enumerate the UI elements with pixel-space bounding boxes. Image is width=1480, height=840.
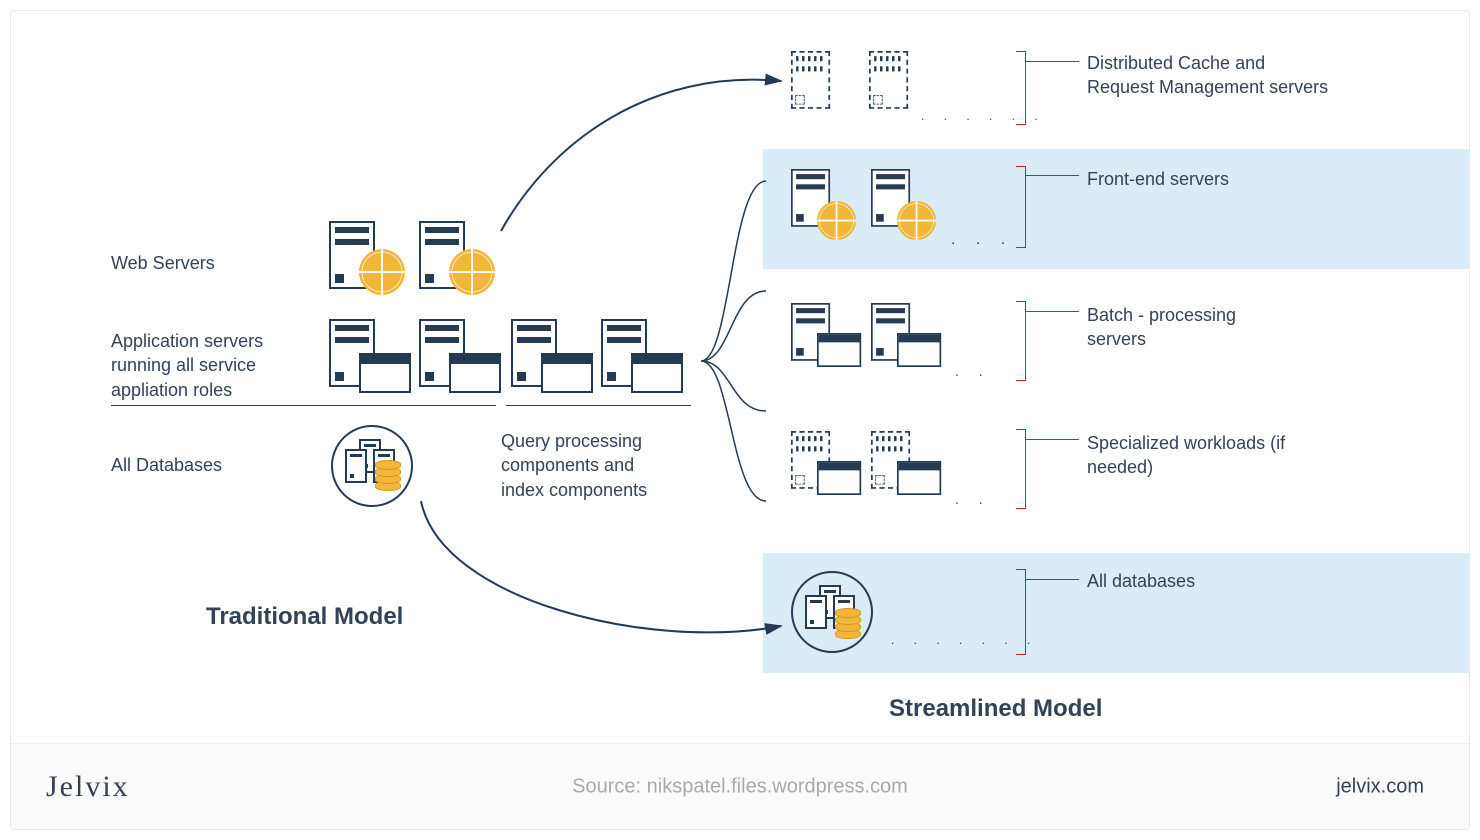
label-frontend: Front-end servers bbox=[1087, 167, 1229, 191]
label-all-db: All databases bbox=[1087, 569, 1195, 593]
globe-icon bbox=[897, 201, 936, 240]
bracket-icon bbox=[1011, 429, 1026, 509]
server-dashed-icon bbox=[869, 51, 908, 109]
window-icon bbox=[897, 333, 941, 367]
label-batch: Batch - processing servers bbox=[1087, 303, 1287, 352]
coins-icon bbox=[835, 609, 859, 639]
window-icon bbox=[897, 461, 941, 495]
source-attribution: Source: nikspatel.files.wordpress.com bbox=[572, 775, 908, 798]
ellipsis-dots: . . . bbox=[951, 231, 1013, 249]
label-specialized: Specialized workloads (if needed) bbox=[1087, 431, 1317, 480]
ellipsis-dots: . . . . . . bbox=[921, 109, 1046, 123]
label-cache: Distributed Cache and Request Management… bbox=[1087, 51, 1337, 100]
bracket-icon bbox=[1011, 301, 1026, 381]
bracket-icon bbox=[1011, 51, 1026, 125]
ellipsis-dots: . . bbox=[955, 491, 991, 507]
server-dashed-icon bbox=[791, 51, 830, 109]
ellipsis-dots: . . bbox=[955, 363, 991, 379]
title-streamlined: Streamlined Model bbox=[889, 695, 1102, 723]
bracket-tick bbox=[1025, 439, 1079, 440]
bracket-tick bbox=[1025, 175, 1079, 176]
diagram-canvas: Web Servers Application servers running … bbox=[0, 0, 1480, 840]
bracket-icon bbox=[1011, 569, 1026, 655]
globe-icon bbox=[817, 201, 856, 240]
inner-frame: Web Servers Application servers running … bbox=[10, 10, 1470, 830]
footer: Jelvix Source: nikspatel.files.wordpress… bbox=[11, 743, 1469, 829]
window-icon bbox=[817, 461, 861, 495]
logo-jelvix: Jelvix bbox=[46, 770, 130, 804]
bracket-tick bbox=[1025, 579, 1079, 580]
connector-lines bbox=[11, 11, 1471, 751]
window-icon bbox=[817, 333, 861, 367]
site-url: jelvix.com bbox=[1336, 775, 1424, 798]
bracket-tick bbox=[1025, 61, 1079, 62]
bracket-icon bbox=[1011, 166, 1026, 248]
bracket-tick bbox=[1025, 311, 1079, 312]
